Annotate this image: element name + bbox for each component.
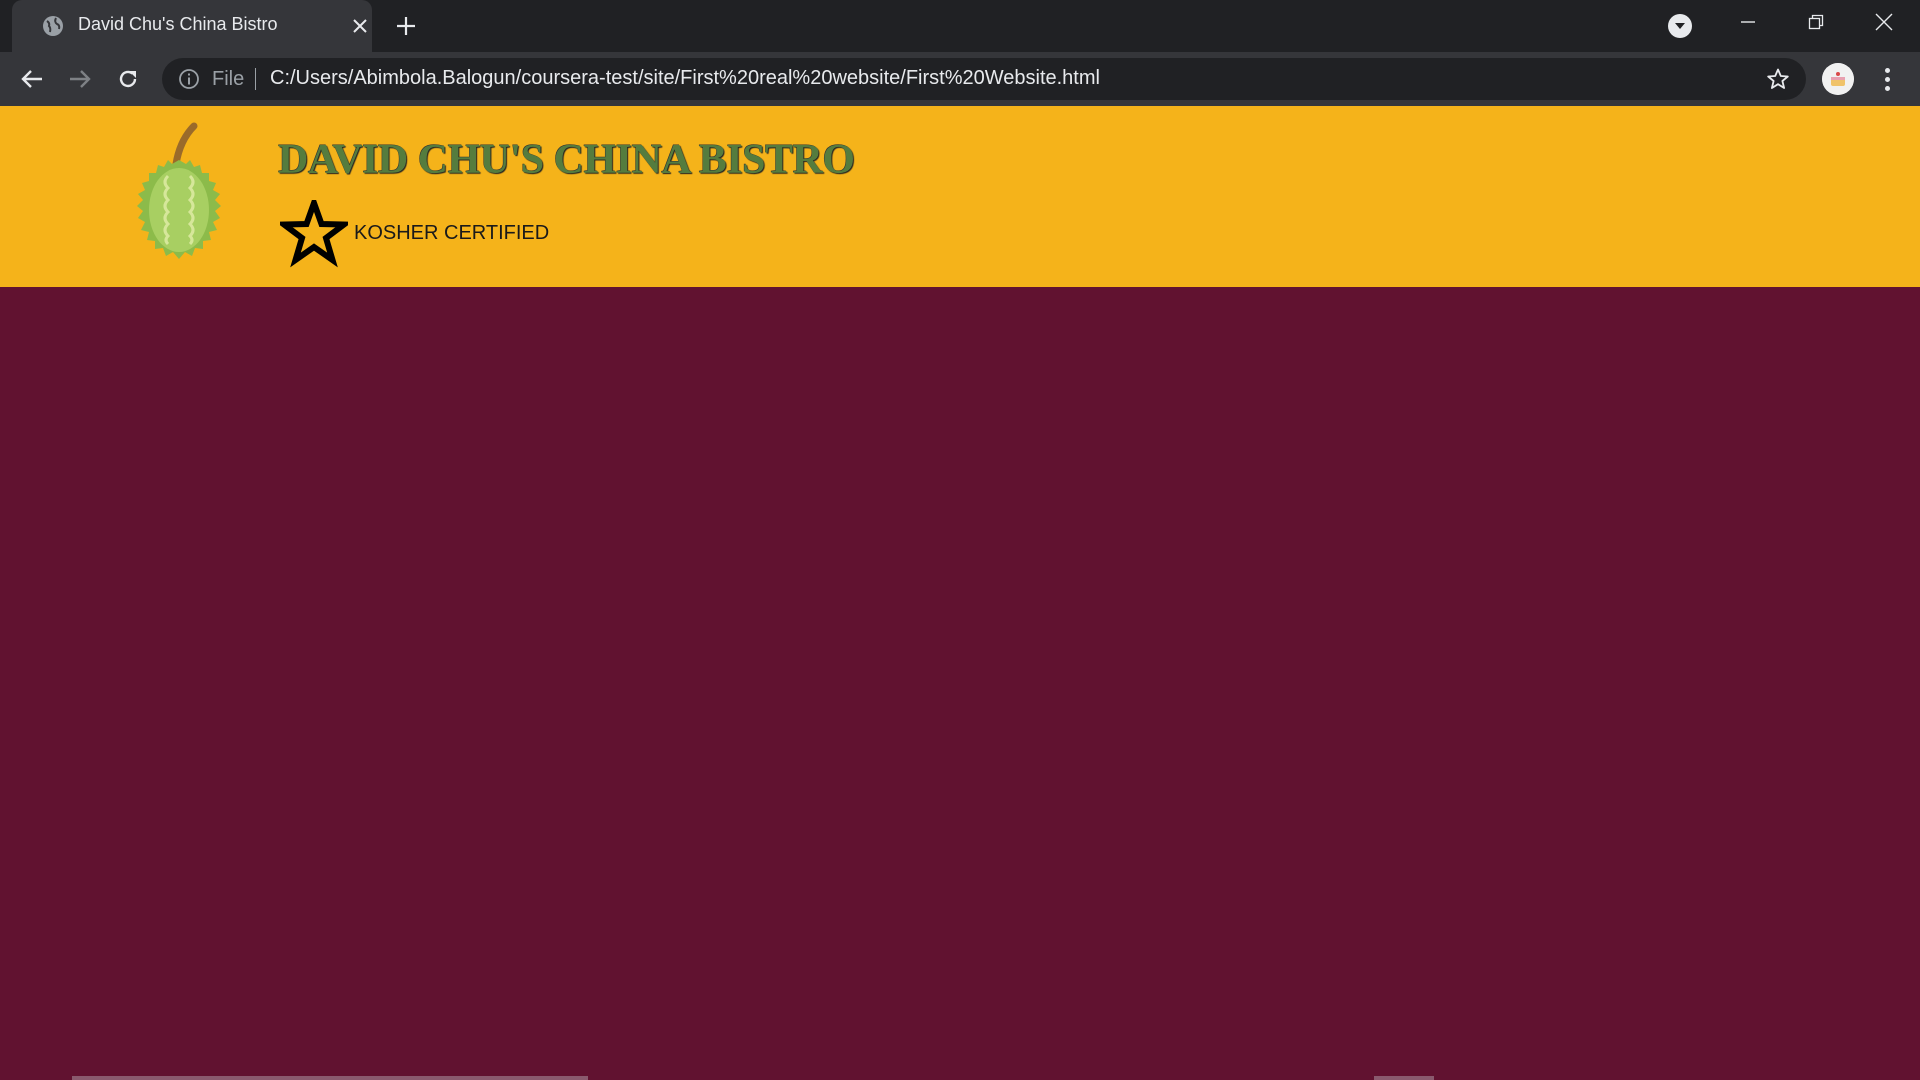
reload-icon xyxy=(119,70,137,88)
menu-dot xyxy=(1884,67,1890,73)
url-text[interactable]: C:/Users/Abimbola.Balogun/coursera-test/… xyxy=(270,67,1100,90)
arrow-left-icon xyxy=(21,70,42,88)
menu-dot xyxy=(1884,85,1890,91)
close-window-button[interactable] xyxy=(1864,6,1904,38)
close-icon xyxy=(1875,13,1893,31)
star-outline-icon[interactable] xyxy=(1766,67,1790,91)
tab-search-button[interactable] xyxy=(1668,14,1692,38)
omnibox-divider xyxy=(255,68,256,90)
tab-title: David Chu's China Bistro xyxy=(78,14,278,34)
restore-button[interactable] xyxy=(1796,6,1836,38)
horizontal-scrollbar-thumb[interactable] xyxy=(72,1076,588,1080)
browser-tab[interactable]: David Chu's China Bistro xyxy=(12,0,372,52)
scheme-label: File xyxy=(212,68,245,90)
site-header: DAVID CHU'S CHINA BISTRO KOSHER CERTIFIE… xyxy=(0,106,1920,287)
arrow-right-icon xyxy=(70,70,91,88)
browser-toolbar: File C:/Users/Abimbola.Balogun/coursera-… xyxy=(0,52,1920,106)
avatar-icon xyxy=(1822,63,1854,95)
browser-menu-button[interactable] xyxy=(1872,63,1902,95)
forward-button[interactable] xyxy=(64,63,96,95)
globe-icon xyxy=(43,16,63,36)
plus-icon xyxy=(397,17,415,35)
site-title: DAVID CHU'S CHINA BISTRO xyxy=(278,137,855,183)
back-button[interactable] xyxy=(16,63,48,95)
info-icon[interactable] xyxy=(178,68,200,90)
profile-avatar[interactable] xyxy=(1822,63,1854,95)
restore-icon xyxy=(1808,14,1824,30)
durian-logo[interactable] xyxy=(124,120,234,272)
close-tab-button[interactable] xyxy=(346,12,374,40)
menu-dot xyxy=(1884,76,1890,82)
page-viewport: DAVID CHU'S CHINA BISTRO KOSHER CERTIFIE… xyxy=(0,106,1920,1080)
tab-strip: David Chu's China Bistro xyxy=(0,0,1920,52)
chevron-down-icon xyxy=(1675,23,1685,29)
new-tab-button[interactable] xyxy=(390,10,422,42)
close-icon xyxy=(353,19,367,33)
star-icon xyxy=(280,200,348,268)
minimize-icon xyxy=(1741,21,1755,23)
reload-button[interactable] xyxy=(112,63,144,95)
kosher-certified-label: KOSHER CERTIFIED xyxy=(354,222,550,244)
address-bar[interactable]: File C:/Users/Abimbola.Balogun/coursera-… xyxy=(162,58,1806,100)
minimize-button[interactable] xyxy=(1728,6,1768,38)
horizontal-scrollbar-marker xyxy=(1374,1076,1434,1080)
